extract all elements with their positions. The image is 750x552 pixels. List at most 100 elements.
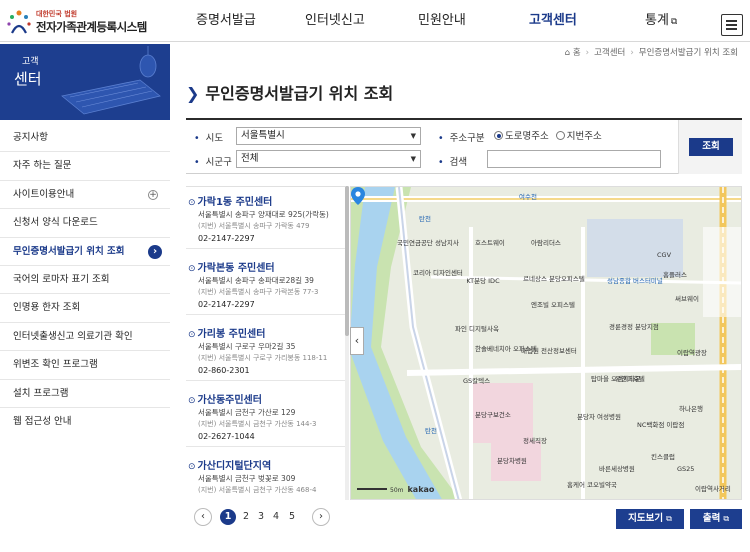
external-link-icon: ⧉: [723, 514, 730, 523]
map-label-design-center: 코리아 디자인센터: [413, 269, 463, 277]
sidebar-item-label: 인명용 한자 조회: [13, 302, 81, 314]
result-jibun: (지번) 서울특별시 구로구 가리봉동 118-11: [198, 354, 328, 362]
breadcrumb-customer-center[interactable]: 고객센터: [594, 48, 625, 58]
title-chevron-icon: ❯: [186, 84, 200, 103]
sido-select[interactable]: 서울특별시 ▼: [236, 127, 421, 145]
result-jibun: (지번) 서울특별시 송파구 가락본동 77-3: [198, 288, 319, 296]
sidebar-item-forgery-check[interactable]: 위변조 확인 프로그램: [0, 351, 170, 380]
page-4[interactable]: 4: [268, 508, 284, 526]
list-item[interactable]: ⊙ 가락1동 주민센터 서울특별시 송파구 양재대로 925(가락동) (지번) …: [186, 187, 346, 249]
sigungu-select[interactable]: 전체 ▼: [236, 150, 421, 168]
print-button[interactable]: 출력 ⧉: [690, 509, 742, 529]
sidebar-item-install-program[interactable]: 설치 프로그램: [0, 380, 170, 408]
search-button-area: 조회: [678, 120, 742, 174]
list-item[interactable]: ⊙ 가산디지털단지역 서울특별시 금천구 벚꽃로 309 (지번) 서울특별시 금…: [186, 451, 346, 500]
keyword-label: • 검색: [438, 157, 468, 168]
breadcrumb: ⌂ 홈 › 고객센터 › 무인증명서발급기 위치 조회: [564, 48, 738, 58]
gnb-internet-report[interactable]: 인터넷신고: [305, 0, 365, 42]
addr-type-road-radio[interactable]: 도로명주소: [494, 131, 549, 142]
page-5[interactable]: 5: [284, 508, 300, 526]
result-jibun: (지번) 서울특별시 금천구 가산동 468-4: [198, 486, 317, 494]
side-banner: 고객 센터: [0, 44, 170, 120]
result-tel: 02-2627-1044: [198, 432, 255, 441]
map-label-hansol: 한솔베네치아 오피스텔: [475, 345, 537, 353]
sido-label: • 시도: [194, 133, 224, 144]
result-name[interactable]: 가락1동 주민센터: [198, 197, 273, 208]
sidebar-item-birth-hospital[interactable]: 인터넷출생신고 의료기관 확인: [0, 323, 170, 352]
result-jibun: (지번) 서울특별시 송파구 가락동 479: [198, 222, 310, 230]
location-pin-icon: ⊙: [188, 330, 196, 340]
search-form: • 시도 서울특별시 ▼ • 시군구 전체 ▼ • 주소구분 도로명주소 지번주소 • 검색…: [186, 118, 742, 174]
result-name[interactable]: 가산디지털단지역: [198, 461, 272, 472]
breadcrumb-home[interactable]: 홈: [573, 48, 581, 58]
result-list-scrollbar[interactable]: [345, 186, 349, 500]
page-2[interactable]: 2: [238, 508, 254, 526]
home-icon[interactable]: ⌂: [565, 48, 570, 58]
list-item[interactable]: ⊙ 가락본동 주민센터 서울특별시 송파구 송파대로28길 39 (지번) 서울특…: [186, 253, 346, 315]
map-collapse-button[interactable]: ‹: [350, 327, 364, 355]
sidebar-item-kiosk-location[interactable]: 무인증명서발급기 위치 조회 ›: [0, 238, 170, 266]
scrollbar-thumb[interactable]: [345, 186, 349, 336]
map-label-bus-terminal: 성남종합 버스터미널: [607, 277, 663, 285]
result-name[interactable]: 가산동주민센터: [198, 395, 262, 406]
gnb-statistics[interactable]: 통계 ⧉: [645, 0, 677, 42]
location-pin-icon[interactable]: [351, 187, 365, 205]
result-list: ⊙ 가락1동 주민센터 서울특별시 송파구 양재대로 925(가락동) (지번) …: [186, 186, 349, 500]
map-label-kt-idc: KT분당 IDC: [466, 277, 500, 285]
menu-button[interactable]: [721, 14, 743, 36]
sidebar-item-name-hanja[interactable]: 인명용 한자 조회: [0, 294, 170, 323]
result-address: 서울특별시 금천구 벚꽃로 309: [198, 474, 296, 483]
logo-emblem-icon: [7, 10, 31, 34]
keyboard-illustration-icon: [61, 46, 161, 115]
search-button[interactable]: 조회: [689, 138, 733, 156]
result-tel: 02-2147-2297: [198, 234, 255, 243]
sidebar-item-romanization[interactable]: 국어의 로마자 표기 조회: [0, 266, 170, 295]
map-label-fine-digital: 파인 디지털사옥: [455, 325, 499, 333]
map-label-renaissance: 르네상스 분당오피스텔: [523, 275, 585, 283]
sidebar-item-notice[interactable]: 공지사항: [0, 124, 170, 153]
sidebar-item-form-download[interactable]: 신청서 양식 다운로드: [0, 209, 170, 238]
sidebar-item-faq[interactable]: 자주 하는 질문: [0, 152, 170, 181]
map-canvas: [351, 187, 741, 499]
list-item[interactable]: ⊙ 가리봉 주민센터 서울특별시 구로구 우마2길 35 (지번) 서울특별시 구…: [186, 319, 346, 381]
result-name[interactable]: 가리봉 주민센터: [198, 329, 266, 340]
page-title-text: 무인증명서발급기 위치 조회: [205, 84, 394, 103]
map-label-gs-caltex: GS칼텍스: [463, 377, 491, 385]
result-name[interactable]: 가락본동 주민센터: [198, 263, 275, 274]
result-address: 서울특별시 송파구 송파대로28길 39: [198, 276, 314, 285]
gnb-statistics-label: 통계: [645, 13, 669, 28]
map-label-station-plaza: 이랍역광장: [677, 349, 707, 357]
result-address: 서울특별시 금천구 가산로 129: [198, 408, 296, 417]
addr-type-label: • 주소구분: [438, 133, 485, 144]
addr-type-jibun-radio[interactable]: 지번주소: [555, 131, 602, 142]
page-3[interactable]: 3: [253, 508, 269, 526]
sidebar-item-accessibility[interactable]: 웹 접근성 안내: [0, 408, 170, 436]
sidebar-item-label: 웹 접근성 안내: [13, 415, 72, 427]
page-1[interactable]: 1: [220, 509, 236, 525]
map-label-cha-hospital: 분당차병원: [497, 457, 527, 465]
map-label-keirin: 경륜경정 분당지점: [609, 323, 659, 331]
map-label-gs25: GS25: [677, 465, 695, 473]
list-item[interactable]: ⊙ 가산동주민센터 서울특별시 금천구 가산로 129 (지번) 서울특별시 금천…: [186, 385, 346, 447]
plus-circle-icon[interactable]: +: [148, 189, 158, 200]
map-label-women-hospital: 분당자 여성병원: [577, 413, 621, 421]
site-logo[interactable]: 대한민국 법원 전자가족관계등록시스템: [6, 7, 176, 37]
location-pin-icon: ⊙: [188, 264, 196, 274]
map-view-button[interactable]: 지도보기 ⧉: [616, 509, 684, 529]
keyword-input[interactable]: [487, 150, 661, 168]
kakao-logo: kakao: [407, 485, 435, 494]
sigungu-label: • 시군구: [194, 157, 232, 168]
logo-title: 전자가족관계등록시스템: [36, 20, 147, 34]
gnb-certificate[interactable]: 증명서발급: [196, 0, 256, 42]
prev-page-button[interactable]: ‹: [194, 508, 212, 526]
next-page-button[interactable]: ›: [312, 508, 330, 526]
map-scale: 50m kakao: [357, 485, 434, 494]
chevron-down-icon: ▼: [410, 132, 416, 140]
gnb-customer-center[interactable]: 고객센터: [529, 0, 577, 42]
sidebar-item-label: 무인증명서발급기 위치 조회: [13, 245, 125, 257]
map-view[interactable]: 여수천 탄천 국민연금공단 성남지사 호스트웨이 아람리더스 CGV 홈플러스 …: [350, 186, 742, 500]
map-label-aram: 아람리더스: [531, 239, 561, 247]
sidebar-item-label: 국어의 로마자 표기 조회: [13, 273, 110, 285]
gnb-civil-guide[interactable]: 민원안내: [418, 0, 466, 42]
sidebar-item-site-guide[interactable]: 사이트이용안내 +: [0, 181, 170, 210]
